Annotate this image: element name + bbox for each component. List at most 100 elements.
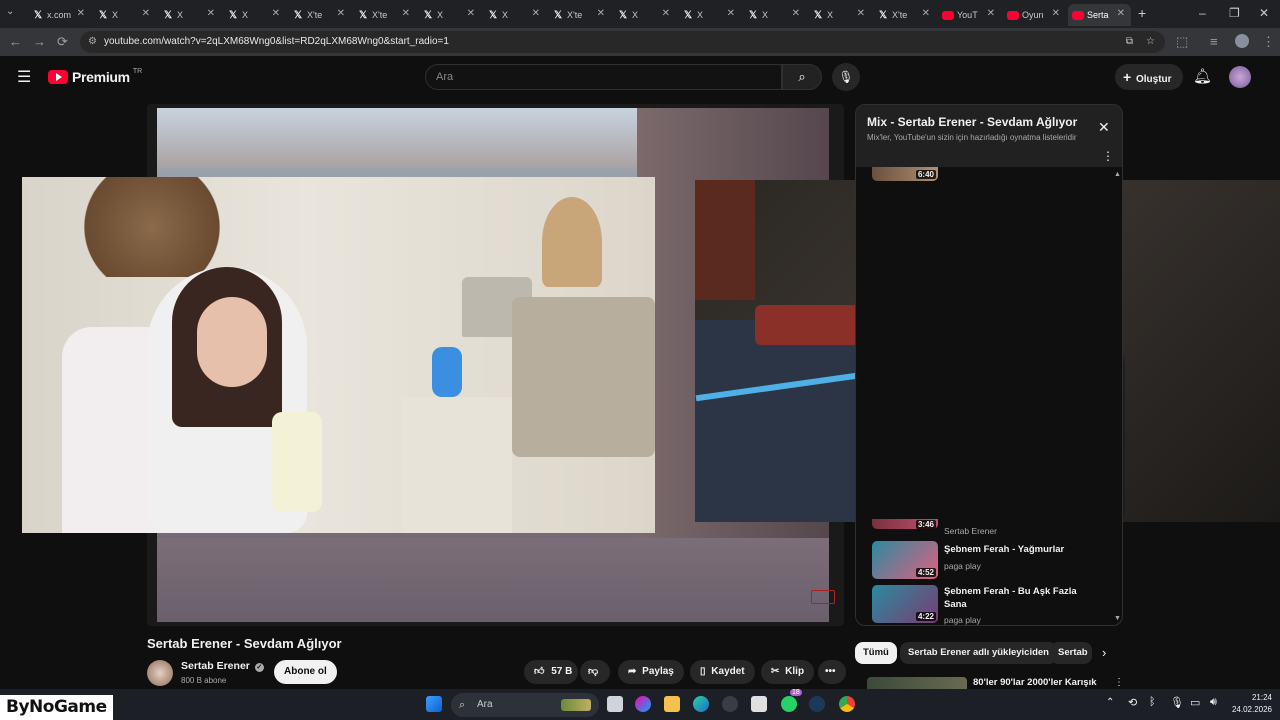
close-tab-icon[interactable]: ✕: [207, 8, 215, 19]
create-button[interactable]: + Oluştur: [1115, 64, 1183, 90]
browser-tab[interactable]: 𝕏 X ✕: [483, 4, 546, 26]
minimize-button[interactable]: –: [1199, 6, 1206, 20]
browser-tab[interactable]: Serta ✕: [1068, 4, 1131, 26]
browser-tab[interactable]: YouT ✕: [938, 4, 1001, 26]
playlist-item[interactable]: 4:52 Şebnem Ferah - Yağmurlar paga play: [872, 541, 1112, 581]
menu-kebab-icon[interactable]: ⋮: [1262, 34, 1275, 50]
taskbar-search-input[interactable]: ⌕ Ara: [451, 693, 599, 717]
browser-tab[interactable]: 𝕏 X ✕: [93, 4, 156, 26]
playlist-more-icon[interactable]: ⋮: [1102, 149, 1114, 163]
channel-name[interactable]: Sertab Erener ✓: [181, 660, 264, 672]
close-tab-icon[interactable]: ✕: [857, 8, 865, 19]
youtube-logo[interactable]: Premium TR: [48, 68, 142, 85]
browser-tab[interactable]: 𝕏 X ✕: [678, 4, 741, 26]
recommended-more-icon[interactable]: ⋮: [1114, 677, 1124, 688]
new-tab-button[interactable]: +: [1138, 5, 1146, 21]
close-tab-icon[interactable]: ✕: [142, 8, 150, 19]
file-explorer-icon[interactable]: [664, 696, 680, 712]
maximize-button[interactable]: ❐: [1229, 6, 1240, 20]
close-tab-icon[interactable]: ✕: [1117, 8, 1125, 19]
extensions-icon[interactable]: ⬚: [1176, 34, 1188, 50]
edge-icon[interactable]: [693, 696, 709, 712]
profile-avatar[interactable]: [1235, 34, 1249, 48]
playlist-item[interactable]: 4:22 Şebnem Ferah - Bu Aşk Fazla Sana pa…: [872, 585, 1112, 625]
reload-icon[interactable]: ⟳: [57, 34, 68, 50]
site-info-icon[interactable]: ⚙: [88, 31, 97, 53]
back-icon[interactable]: ←: [9, 34, 22, 49]
url-input[interactable]: ⚙ youtube.com/watch?v=2qLXM68Wng0&list=R…: [80, 31, 1165, 53]
media-controls-icon[interactable]: ≡: [1210, 34, 1218, 49]
close-tab-icon[interactable]: ✕: [467, 8, 475, 19]
store-icon[interactable]: [751, 696, 767, 712]
close-tab-icon[interactable]: ✕: [77, 8, 85, 19]
close-tab-icon[interactable]: ✕: [987, 8, 995, 19]
browser-tab[interactable]: 𝕏x.com ✕: [28, 4, 91, 26]
playlist-title[interactable]: Mix - Sertab Erener - Sevdam Ağlıyor: [867, 115, 1077, 129]
recommended-thumbnail[interactable]: [867, 677, 967, 689]
like-button[interactable]: 👍︎ 57 B: [524, 660, 579, 684]
close-tab-icon[interactable]: ✕: [727, 8, 735, 19]
scrollbar-up-arrow[interactable]: ▲: [1114, 171, 1121, 178]
browser-tab[interactable]: 𝕏 X ✕: [743, 4, 806, 26]
tray-bluetooth-icon[interactable]: ᛒ: [1149, 696, 1156, 708]
browser-tab[interactable]: 𝕏 X'te ✕: [288, 4, 351, 26]
bookmark-star-icon[interactable]: ☆: [1146, 31, 1155, 53]
browser-tab[interactable]: 𝕏 X ✕: [613, 4, 676, 26]
chip-uploader[interactable]: Sertab Erener adlı yükleyiciden: [900, 642, 1057, 664]
close-tab-icon[interactable]: ✕: [662, 8, 670, 19]
scrollbar-down-arrow[interactable]: ▼: [1114, 615, 1121, 622]
chip-sertab[interactable]: Sertab: [1050, 642, 1092, 664]
windows-start-icon[interactable]: [426, 696, 442, 712]
subscribe-button[interactable]: Abone ol: [274, 660, 337, 684]
search-button[interactable]: ⌕: [782, 64, 822, 90]
chrome-icon[interactable]: [839, 696, 855, 712]
save-button[interactable]: ▯ Kaydet: [690, 660, 755, 684]
more-actions-button[interactable]: •••: [818, 660, 846, 684]
tray-display-icon[interactable]: ▭: [1190, 696, 1200, 709]
notifications-bell-icon[interactable]: 🔔︎: [1193, 67, 1212, 85]
chevron-right-icon[interactable]: ›: [1102, 645, 1106, 660]
forward-icon[interactable]: →: [33, 34, 46, 49]
taskbar-clock[interactable]: 21:24 24.02.2026: [1228, 692, 1272, 716]
copilot-icon[interactable]: [635, 696, 651, 712]
tray-volume-icon[interactable]: 🔊︎: [1210, 696, 1217, 709]
install-app-icon[interactable]: ⧉: [1126, 31, 1133, 53]
browser-tab[interactable]: 𝕏 X'te ✕: [353, 4, 416, 26]
close-tab-icon[interactable]: ✕: [792, 8, 800, 19]
browser-tab[interactable]: 𝕏 X ✕: [808, 4, 871, 26]
close-tab-icon[interactable]: ✕: [337, 8, 345, 19]
tab-search-chevron-icon[interactable]: ⌄: [6, 6, 14, 17]
search-input[interactable]: Ara: [425, 64, 782, 90]
close-window-button[interactable]: ✕: [1259, 6, 1269, 20]
account-avatar[interactable]: [1229, 66, 1251, 88]
tray-app-icon[interactable]: ⟲: [1128, 696, 1137, 709]
close-icon[interactable]: ✕: [1098, 119, 1110, 136]
tray-chevron-icon[interactable]: ⌃: [1106, 697, 1114, 708]
close-tab-icon[interactable]: ✕: [597, 8, 605, 19]
close-tab-icon[interactable]: ✕: [402, 8, 410, 19]
playlist-item[interactable]: 6:40: [872, 167, 1112, 207]
steam-icon[interactable]: [809, 696, 825, 712]
whatsapp-icon[interactable]: 18: [781, 689, 802, 712]
task-view-icon[interactable]: [607, 696, 623, 712]
app-icon[interactable]: [722, 696, 738, 712]
share-button[interactable]: ➦ Paylaş: [618, 660, 684, 684]
chip-all[interactable]: Tümü: [855, 642, 897, 664]
close-tab-icon[interactable]: ✕: [272, 8, 280, 19]
browser-tab[interactable]: 𝕏 X ✕: [223, 4, 286, 26]
hamburger-menu-icon[interactable]: ☰: [17, 67, 31, 87]
clip-button[interactable]: ✂ Klip: [761, 660, 815, 684]
tray-mic-icon[interactable]: 🎙︎: [1170, 696, 1184, 709]
close-tab-icon[interactable]: ✕: [1052, 8, 1060, 19]
browser-tab[interactable]: Oyun ✕: [1003, 4, 1066, 26]
recommended-title[interactable]: 80'ler 90'lar 2000'ler Karışık: [973, 677, 1097, 688]
browser-tab[interactable]: 𝕏 X'te ✕: [548, 4, 611, 26]
browser-tab[interactable]: 𝕏 X'te ✕: [873, 4, 936, 26]
dislike-button[interactable]: 👎︎: [580, 660, 610, 684]
browser-tab[interactable]: 𝕏 X ✕: [158, 4, 221, 26]
voice-search-button[interactable]: 🎙: [832, 63, 860, 91]
close-tab-icon[interactable]: ✕: [922, 8, 930, 19]
browser-tab[interactable]: 𝕏 X ✕: [418, 4, 481, 26]
close-tab-icon[interactable]: ✕: [532, 8, 540, 19]
channel-avatar[interactable]: [147, 660, 173, 686]
